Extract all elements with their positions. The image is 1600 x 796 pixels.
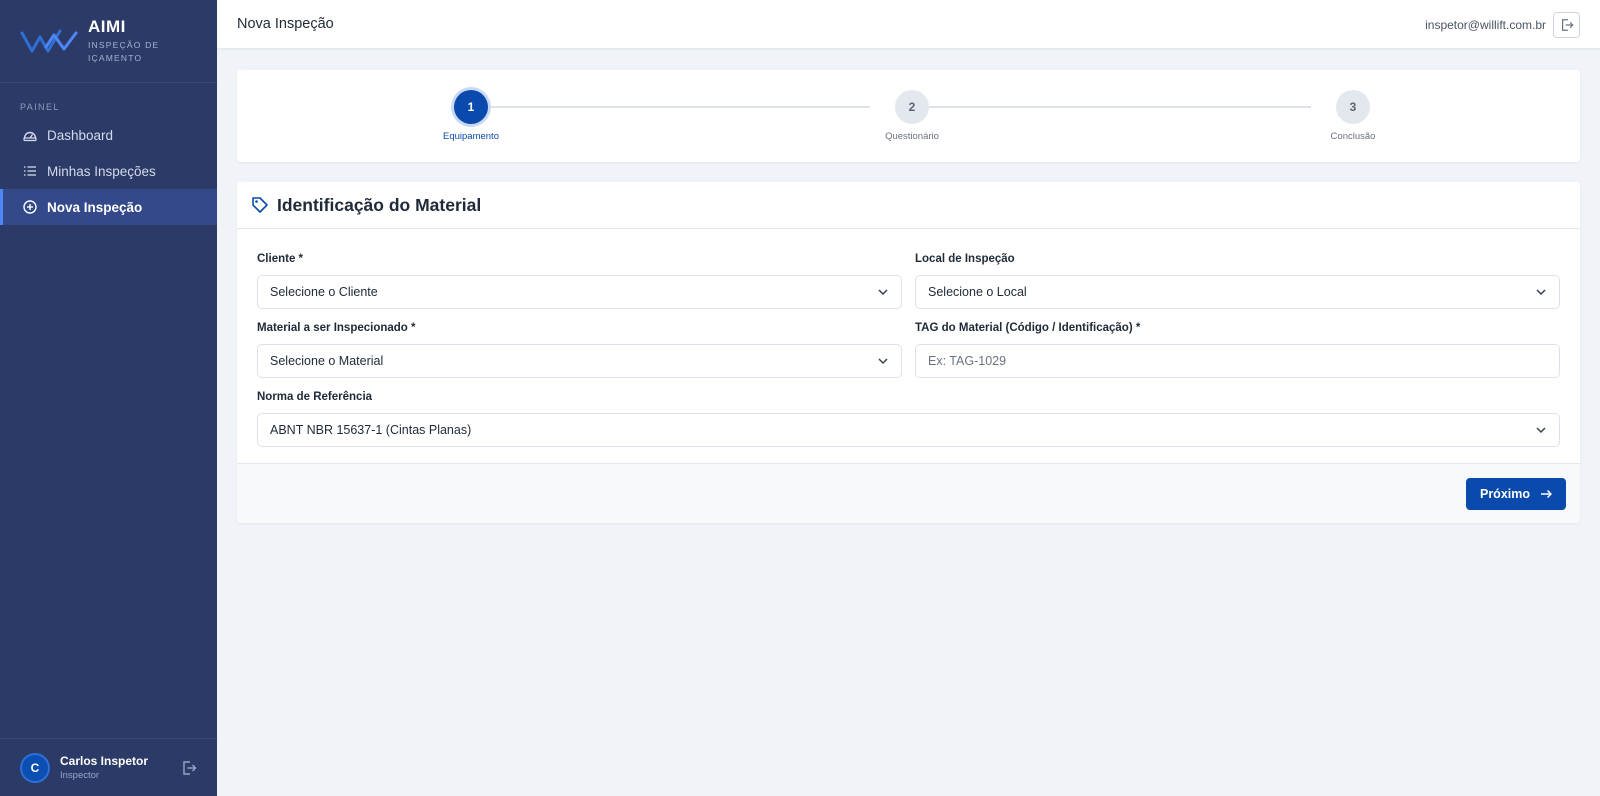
select-value: Selecione o Local: [928, 285, 1027, 299]
local-select[interactable]: Selecione o Local: [915, 275, 1560, 309]
select-value: Selecione o Cliente: [270, 285, 378, 299]
page-title: Nova Inspeção: [237, 16, 334, 32]
norma-field: Norma de Referência ABNT NBR 15637-1 (Ci…: [257, 391, 1560, 447]
step-number: 2: [895, 90, 929, 124]
select-value: ABNT NBR 15637-1 (Cintas Planas): [270, 423, 472, 437]
aimi-logo-icon: [20, 29, 78, 53]
list-icon: [23, 164, 37, 178]
card-title: Identificação do Material: [277, 194, 482, 215]
field-label: Norma de Referência: [257, 391, 373, 403]
field-label: Local de Inspeção: [915, 253, 1015, 265]
card-header: Identificação do Material: [237, 182, 1580, 229]
user-profile: C Carlos Inspetor Inspector: [0, 738, 217, 796]
tag-field: TAG do Material (Código / Identificação)…: [915, 322, 1560, 378]
step-questionario[interactable]: 2 Questionário: [872, 90, 952, 142]
topbar: Nova Inspeção inspetor@willift.com.br: [217, 0, 1600, 49]
step-label: Equipamento: [443, 131, 499, 142]
field-label: Cliente *: [257, 253, 304, 265]
chevron-down-icon: [1536, 289, 1546, 296]
select-value: Selecione o Material: [270, 354, 384, 368]
sidebar-item-dashboard[interactable]: Dashboard: [0, 117, 217, 153]
logout-button[interactable]: [1553, 12, 1580, 38]
norma-select[interactable]: ABNT NBR 15637-1 (Cintas Planas): [257, 413, 1560, 447]
step-connector: [925, 106, 1311, 108]
stepper: 1 Equipamento 2 Questionário 3 Conclusão: [237, 70, 1580, 162]
step-number: 1: [454, 90, 488, 124]
user-name: Carlos Inspetor: [60, 754, 149, 768]
step-conclusao[interactable]: 3 Conclusão: [1313, 90, 1393, 142]
material-select[interactable]: Selecione o Material: [257, 344, 902, 378]
dashboard-icon: [23, 128, 37, 142]
step-connector: [484, 106, 870, 108]
step-equipamento[interactable]: 1 Equipamento: [431, 90, 511, 142]
brand[interactable]: AIMI INSPEÇÃO DE IÇAMENTO: [0, 0, 217, 83]
sidebar-item-label: Nova Inspeção: [47, 199, 143, 215]
plus-circle-icon: [23, 200, 37, 214]
step-number: 3: [1336, 90, 1370, 124]
step-label: Conclusão: [1330, 131, 1376, 142]
tag-input[interactable]: [915, 344, 1560, 378]
app-subtitle: INSPEÇÃO DE IÇAMENTO: [88, 40, 160, 63]
field-label: TAG do Material (Código / Identificação)…: [915, 322, 1141, 334]
step-label: Questionário: [885, 131, 939, 142]
sidebar-item-nova-inspecao[interactable]: Nova Inspeção: [0, 189, 217, 225]
chevron-down-icon: [878, 289, 888, 296]
card-footer: Próximo: [237, 463, 1580, 523]
sidebar: AIMI INSPEÇÃO DE IÇAMENTO PAINEL Dashboa…: [0, 0, 217, 796]
arrow-right-icon: [1541, 489, 1552, 499]
nav-section-label: PAINEL: [20, 102, 60, 112]
chevron-down-icon: [878, 358, 888, 365]
user-role: Inspector: [60, 770, 100, 781]
material-field: Material a ser Inspecionado * Selecione …: [257, 322, 902, 378]
material-form-card: Identificação do Material Cliente * Sele…: [237, 182, 1580, 523]
cliente-field: Cliente * Selecione o Cliente: [257, 253, 902, 309]
app-name: AIMI: [88, 17, 126, 36]
user-email: inspetor@willift.com.br: [1425, 18, 1546, 32]
cliente-select[interactable]: Selecione o Cliente: [257, 275, 902, 309]
logout-icon[interactable]: [180, 759, 198, 777]
next-button[interactable]: Próximo: [1466, 478, 1566, 510]
avatar: C: [20, 752, 50, 783]
logout-icon: [1561, 19, 1574, 31]
sidebar-item-minhas-inspecoes[interactable]: Minhas Inspeções: [0, 153, 217, 189]
next-button-label: Próximo: [1479, 487, 1530, 501]
local-field: Local de Inspeção Selecione o Local: [915, 253, 1560, 309]
chevron-down-icon: [1536, 427, 1546, 434]
sidebar-item-label: Dashboard: [47, 127, 114, 143]
tag-icon: [252, 197, 268, 213]
field-label: Material a ser Inspecionado *: [257, 322, 416, 334]
sidebar-item-label: Minhas Inspeções: [47, 163, 156, 179]
